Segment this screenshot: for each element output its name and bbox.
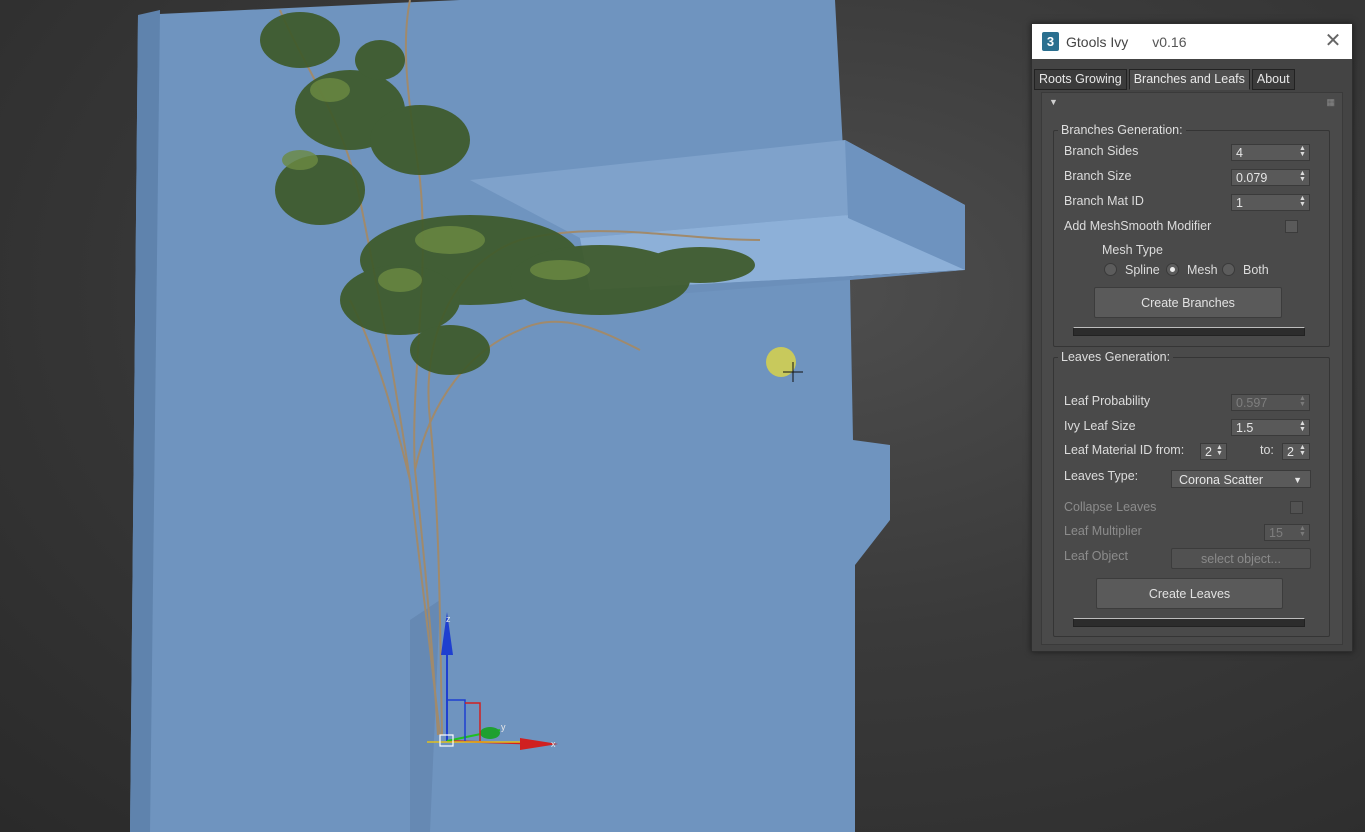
leaf-probability-value: 0.597 [1236, 396, 1268, 410]
svg-text:x: x [551, 739, 556, 749]
mesh-type-spline-label[interactable]: Spline [1125, 263, 1160, 277]
branch-mat-id-label: Branch Mat ID [1064, 194, 1144, 208]
leaf-mat-id-from-value: 2 [1205, 445, 1212, 459]
leaves-type-value: Corona Scatter [1179, 473, 1264, 487]
leaf-mat-id-from-label: Leaf Material ID from: [1064, 443, 1185, 457]
mesh-type-mesh-label[interactable]: Mesh [1187, 263, 1218, 277]
branch-sides-value: 4 [1236, 146, 1243, 160]
branch-sides-spinner[interactable]: 4 ▲ ▼ [1231, 144, 1310, 161]
spinner-arrows-icon[interactable]: ▲ ▼ [1216, 444, 1223, 458]
window-title: Gtools Ivy [1066, 33, 1129, 50]
title-bar[interactable]: 3 Gtools Ivy v0.16 ✕ [1032, 24, 1352, 59]
mesh-type-both-radio[interactable] [1222, 263, 1235, 276]
leaf-multiplier-label: Leaf Multiplier [1064, 524, 1142, 538]
leaf-multiplier-value: 15 [1269, 526, 1283, 540]
branch-sides-label: Branch Sides [1064, 144, 1139, 158]
branch-size-spinner[interactable]: 0.079 ▲ ▼ [1231, 169, 1310, 186]
3dsmax-app-icon: 3 [1042, 32, 1059, 51]
create-leaves-button[interactable]: Create Leaves [1096, 578, 1283, 609]
leaf-probability-label: Leaf Probability [1064, 394, 1151, 408]
tab-branches-and-leafs[interactable]: Branches and Leafs [1128, 69, 1250, 90]
leaves-group: Leaves Generation: Leaf Probability 0.59… [1053, 350, 1330, 637]
svg-text:z: z [446, 614, 451, 624]
spinner-arrows-icon[interactable]: ▲ ▼ [1299, 444, 1306, 458]
wall-main [130, 0, 890, 832]
ivy-leaf-size-label: Ivy Leaf Size [1064, 419, 1136, 433]
leaf-mat-id-to-spinner[interactable]: 2 ▲ ▼ [1282, 443, 1310, 460]
rollout-panel: ▼ ▦ Branches Generation: Branch Sides 4 … [1041, 92, 1343, 645]
branches-progress-bar [1073, 327, 1305, 336]
ivy-leaf-size-value: 1.5 [1236, 421, 1254, 435]
rollout-collapse-icon[interactable]: ▼ [1049, 97, 1058, 107]
meshsmooth-checkbox[interactable] [1285, 220, 1298, 233]
mesh-type-label: Mesh Type [1102, 243, 1163, 257]
spinner-arrows-icon[interactable]: ▲ ▼ [1299, 145, 1306, 159]
tab-roots-growing[interactable]: Roots Growing [1034, 69, 1127, 90]
spinner-arrows-icon[interactable]: ▲ ▼ [1299, 395, 1306, 409]
create-branches-button[interactable]: Create Branches [1094, 287, 1282, 318]
branches-group-title: Branches Generation: [1058, 123, 1186, 137]
branch-size-label: Branch Size [1064, 169, 1132, 183]
spinner-arrows-icon[interactable]: ▲ ▼ [1299, 420, 1306, 434]
rollout-grip-icon[interactable]: ▦ [1326, 97, 1335, 108]
leaves-progress-bar [1073, 618, 1305, 627]
mesh-type-spline-radio[interactable] [1104, 263, 1117, 276]
branch-mat-id-value: 1 [1236, 196, 1243, 210]
leaf-multiplier-spinner[interactable]: 15 ▲ ▼ [1264, 524, 1310, 541]
spinner-arrows-icon[interactable]: ▲ ▼ [1299, 195, 1306, 209]
svg-text:y: y [501, 722, 506, 732]
branches-group: Branches Generation: Branch Sides 4 ▲ ▼ B… [1053, 123, 1330, 347]
chevron-down-icon: ▼ [1293, 475, 1302, 485]
mesh-type-both-label[interactable]: Both [1243, 263, 1269, 277]
tab-bar: Roots Growing Branches and Leafs About [1034, 69, 1297, 90]
collapse-leaves-label: Collapse Leaves [1064, 500, 1157, 514]
branch-size-value: 0.079 [1236, 171, 1268, 185]
meshsmooth-label: Add MeshSmooth Modifier [1064, 219, 1212, 233]
leaf-probability-spinner[interactable]: 0.597 ▲ ▼ [1231, 394, 1310, 411]
window-version: v0.16 [1152, 33, 1187, 50]
select-object-button[interactable]: select object... [1171, 548, 1311, 569]
spinner-arrows-icon[interactable]: ▲ ▼ [1299, 525, 1306, 539]
tab-about[interactable]: About [1251, 69, 1295, 90]
collapse-leaves-checkbox[interactable] [1290, 501, 1303, 514]
branch-mat-id-spinner[interactable]: 1 ▲ ▼ [1231, 194, 1310, 211]
leaves-group-title: Leaves Generation: [1058, 350, 1174, 364]
leaf-mat-id-to-value: 2 [1287, 445, 1294, 459]
leaves-type-label: Leaves Type: [1064, 469, 1139, 483]
gtools-ivy-window: 3 Gtools Ivy v0.16 ✕ Roots Growing Branc… [1031, 23, 1353, 652]
leaf-mat-id-to-label: to: [1260, 443, 1274, 457]
leaf-object-label: Leaf Object [1064, 549, 1128, 563]
mesh-type-mesh-radio[interactable] [1166, 263, 1179, 276]
leaves-type-dropdown[interactable]: Corona Scatter ▼ [1171, 470, 1311, 488]
close-icon[interactable]: ✕ [1324, 31, 1342, 51]
spinner-arrows-icon[interactable]: ▲ ▼ [1299, 170, 1306, 184]
leaf-mat-id-from-spinner[interactable]: 2 ▲ ▼ [1200, 443, 1227, 460]
ivy-leaf-size-spinner[interactable]: 1.5 ▲ ▼ [1231, 419, 1310, 436]
